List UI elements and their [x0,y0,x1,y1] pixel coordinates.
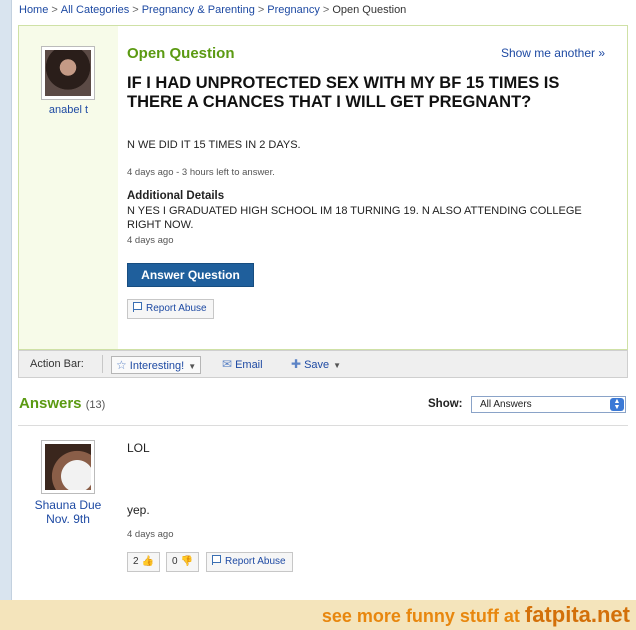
breadcrumb-pregnancy[interactable]: Pregnancy [267,4,320,16]
chevron-down-icon: ▼ [333,361,342,370]
additional-details-heading: Additional Details [127,190,225,202]
breadcrumb-separator: > [257,4,265,16]
answers-filter-select[interactable]: All Answers ▲ ▼ [471,396,626,413]
show-filter-label: Show: [428,398,463,410]
answer-text-line1: LOL [127,441,150,455]
show-another-link[interactable]: Show me another » [501,46,605,60]
thumbs-down-count: 0 [172,556,178,567]
answers-count: (13) [85,399,106,411]
answers-heading: Answers (13) [19,395,105,412]
asker-name[interactable]: anabel t [19,104,118,116]
additional-details-time: 4 days ago [127,235,174,246]
breadcrumb-all-categories[interactable]: All Categories [61,4,129,16]
breadcrumb-pregnancy-parenting[interactable]: Pregnancy & Parenting [142,4,255,16]
thumbs-down-icon: 👎 [180,556,194,567]
envelope-icon: ✉ [222,357,233,371]
answer-time: 4 days ago [127,529,174,540]
action-bar: Action Bar: ☆ Interesting! ▼ ✉ Email ✚ Save ▼ [18,350,628,378]
answer-question-button[interactable]: Answer Question [127,263,254,287]
breadcrumb-separator: > [132,4,139,16]
thumbs-up-button[interactable]: 2 👍 [127,552,161,572]
thumbs-up-icon: 👍 [141,556,155,567]
answer-report-label: Report Abuse [225,556,286,567]
question-body: N WE DID IT 15 TIMES IN 2 DAYS. [127,139,301,151]
select-arrows-icon: ▲ ▼ [610,398,624,411]
breadcrumb-separator: > [51,4,58,16]
answers-filter-value: All Answers [480,399,532,410]
question-status-label: Open Question [127,45,235,62]
save-button[interactable]: ✚ Save ▼ [291,356,341,374]
asker-photo [45,50,91,96]
interesting-button[interactable]: ☆ Interesting! ▼ [111,356,202,374]
action-bar-divider [102,355,103,373]
asker-avatar[interactable] [41,46,95,100]
action-bar-label: Action Bar: [30,358,84,370]
thumbs-up-count: 2 [133,556,139,567]
email-button[interactable]: ✉ Email [222,356,263,374]
save-label: Save [304,359,330,371]
question-meta: 4 days ago - 3 hours left to answer. [127,167,275,178]
plus-icon: ✚ [291,357,302,371]
footer-watermark-band: see more funny stuff at fatpita.net [0,600,636,630]
breadcrumb-current: Open Question [332,4,407,16]
additional-details-text: N YES I GRADUATED HIGH SCHOOL IM 18 TURN… [127,205,582,231]
interesting-label: Interesting! [129,360,185,372]
left-page-stripe [0,0,12,600]
breadcrumb-home[interactable]: Home [19,4,48,16]
answerer-date: Nov. 9th [46,512,90,526]
answerer-photo [45,444,91,490]
breadcrumb: Home > All Categories > Pregnancy & Parentin… [19,4,406,16]
flag-icon [212,555,221,565]
flag-icon [133,302,142,312]
star-icon: ☆ [116,358,127,372]
answerer-name[interactable]: Shauna Due [35,498,102,512]
breadcrumb-separator: > [322,4,330,16]
answer-report-abuse-button[interactable]: Report Abuse [206,552,293,572]
answers-divider [18,425,628,426]
footer-watermark: see more funny stuff at fatpita.net [322,602,630,628]
question-title: IF I HAD UNPROTECTED SEX WITH MY BF 15 T… [127,74,560,111]
email-label: Email [235,359,263,371]
footer-brand: fatpita.net [524,602,630,627]
answers-heading-label: Answers [19,395,82,412]
answer-text-line2: yep. [127,503,150,517]
report-abuse-button[interactable]: Report Abuse [127,299,214,319]
thumbs-down-button[interactable]: 0 👎 [166,552,200,572]
footer-prefix: see more funny stuff at [321,606,520,626]
answerer-avatar[interactable] [41,440,95,494]
answerer-info: Shauna Due Nov. 9th [18,498,118,526]
chevron-down-icon: ▼ [188,362,197,371]
report-abuse-label: Report Abuse [146,303,207,314]
question-panel: anabel t Open Question Show me another »… [18,25,628,350]
